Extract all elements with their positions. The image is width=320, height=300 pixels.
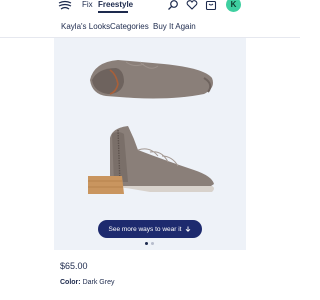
subnav-item-kaylas-looks[interactable]: Kayla's Looks [61, 22, 110, 31]
active-tab-indicator [98, 11, 128, 13]
arrow-down-icon [186, 226, 191, 232]
bag-icon[interactable] [205, 0, 217, 10]
avatar[interactable]: K [226, 0, 241, 12]
subnav-item-categories[interactable]: Categories [110, 22, 149, 31]
product-image-carousel[interactable] [54, 38, 246, 250]
sub-navigation: Kayla's Looks Categories Buy It Again [0, 14, 300, 38]
see-more-ways-button[interactable]: See more ways to wear it [98, 220, 202, 238]
search-icon[interactable] [167, 0, 179, 10]
see-more-ways-label: See more ways to wear it [108, 225, 182, 233]
color-label: Color: [60, 279, 81, 286]
product-color: Color: Dark Grey [60, 279, 114, 286]
stitch-fix-logo-icon[interactable] [58, 0, 72, 10]
boot-side-view [88, 126, 214, 194]
boot-top-view [90, 60, 213, 99]
heart-icon[interactable] [186, 0, 198, 10]
product-price: $65.00 [60, 261, 88, 271]
tab-freestyle[interactable]: Freestyle [98, 0, 133, 9]
carousel-pagination [145, 242, 154, 246]
product-image [88, 60, 214, 194]
subnav-item-buy-it-again[interactable]: Buy It Again [153, 22, 196, 31]
carousel-dot-1[interactable] [145, 242, 148, 245]
top-bar: Fix Freestyle K [0, 0, 300, 14]
carousel-dot-2[interactable] [151, 242, 154, 245]
color-value: Dark Grey [82, 279, 115, 286]
tab-fix[interactable]: Fix [82, 0, 93, 9]
